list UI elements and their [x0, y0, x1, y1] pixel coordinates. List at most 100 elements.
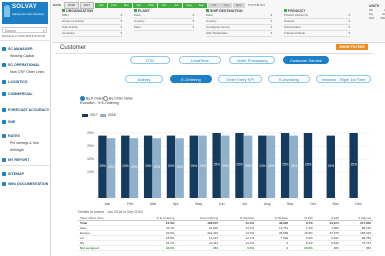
solvay-logo[interactable]: SOLVAY Asking more from chemistry: [2, 2, 48, 24]
filter-row[interactable]: Zone: [206, 13, 213, 18]
tab-leadtime[interactable]: LeadTime: [179, 56, 221, 64]
chevron-down-icon[interactable]: ▾: [192, 25, 194, 30]
chevron-down-icon[interactable]: ▾: [120, 19, 122, 24]
month-pill-oct[interactable]: Oct: [207, 2, 220, 8]
month-pill-apr[interactable]: Apr: [132, 2, 145, 8]
chevron-down-icon[interactable]: ▾: [348, 13, 350, 18]
nav-wiki[interactable]: WIKI DOCUMENTATION: [0, 182, 50, 187]
chevron-down-icon[interactable]: ▾: [192, 13, 194, 18]
filter-flag-icon: [206, 9, 209, 12]
table-cell: 33.6%: [290, 245, 315, 251]
chevron-down-icon[interactable]: ▾: [348, 31, 350, 36]
filter-organisation[interactable]: ORGANISATION GBU ▾ Group of Activity ▾ Sub…: [62, 9, 122, 37]
filter-row[interactable]: Product Hierarchy: [284, 13, 308, 18]
chevron-down-icon[interactable]: ▾: [348, 25, 350, 30]
show-filters-button[interactable]: SHOW FILTERS: [336, 44, 368, 50]
bar-data-label: 25%: [305, 163, 312, 167]
bar-data-label: 23%: [131, 165, 138, 169]
nav-label: WIKI DOCUMENTATION: [8, 182, 49, 186]
chevron-down-icon[interactable]: ▾: [348, 19, 350, 24]
she-icon: [2, 120, 6, 125]
unit-option[interactable]: Ord: [369, 16, 374, 20]
fy-ytd-toggle[interactable]: FY/YTD YoY: [248, 3, 265, 7]
y-tick-label: 25%: [87, 131, 94, 135]
filter-row[interactable]: Company: [62, 31, 75, 36]
month-pill-jul[interactable]: Jul: [170, 2, 183, 8]
tab-order-processing[interactable]: Order Processing: [229, 56, 275, 64]
filter-ship-destination[interactable]: SHIP DESTINATION Zone ▾ Country ▾ Consigne…: [206, 9, 272, 37]
filter-row[interactable]: Group of Activity: [62, 19, 84, 24]
filter-row[interactable]: GBU: [62, 13, 69, 18]
filter-row[interactable]: Consignee Group: [206, 25, 230, 30]
year-2018[interactable]: 2018: [63, 1, 79, 9]
tab-invoices-right-first-time[interactable]: Invoices - Right 1st Time: [316, 75, 371, 83]
bar-data-label: 24%: [191, 164, 198, 168]
nav-rates[interactable]: RATES: [0, 134, 50, 139]
chevron-down-icon[interactable]: ▾: [192, 19, 194, 24]
bar-data-label: 24%: [259, 164, 266, 168]
month-pill-sep[interactable]: Sep: [195, 2, 208, 8]
tab-e-invoicing[interactable]: E-Invoicing: [268, 75, 310, 83]
filter-row[interactable]: Zone: [134, 13, 141, 18]
tab-e-ordering[interactable]: E-Ordering: [170, 75, 212, 83]
table-cell: 33.6%: [132, 245, 177, 251]
legend-label-2017: 2017: [90, 113, 98, 117]
sidebar-search-input[interactable]: Search ⌕: [2, 27, 47, 33]
search-icon[interactable]: ⌕: [43, 28, 45, 34]
filter-row[interactable]: Ship Destination: [206, 31, 228, 36]
chevron-down-icon[interactable]: ▾: [270, 31, 272, 36]
nav-per-carriage[interactable]: Per carriage & Sea: [10, 141, 50, 145]
nav-airfreight[interactable]: Airfreight: [10, 148, 50, 152]
nav-sitemap[interactable]: SITEMAP: [0, 172, 50, 177]
chevron-down-icon[interactable]: ▾: [270, 25, 272, 30]
chevron-down-icon[interactable]: ▾: [120, 31, 122, 36]
sc-manager-icon: [2, 47, 6, 52]
y-tick-label: 20%: [87, 144, 94, 148]
nav-sc-operational[interactable]: SC OPERATIONAL: [0, 63, 50, 68]
chevron-down-icon[interactable]: ▾: [270, 19, 272, 24]
filter-row[interactable]: Country: [206, 19, 217, 24]
month-pill-jan[interactable]: Jan: [95, 2, 108, 8]
tab-order-entry-kpi[interactable]: Order Entry KPI: [218, 75, 262, 83]
nav-forecast-accuracy[interactable]: FORECAST ACCURACY: [0, 108, 50, 113]
sc-operational-icon: [2, 63, 6, 68]
month-pill-feb[interactable]: Feb: [107, 2, 120, 8]
tab-otd[interactable]: OTD: [130, 56, 170, 64]
filter-row[interactable]: Transport Mode: [284, 31, 305, 36]
legend-swatch-2018: [99, 113, 106, 117]
nav-my-report[interactable]: MY REPORT: [0, 158, 50, 163]
chevron-down-icon[interactable]: ▾: [270, 13, 272, 18]
tab-activity[interactable]: Activity: [125, 75, 163, 83]
nav-working-capital[interactable]: Working Capital: [10, 54, 50, 58]
nav-logistics[interactable]: LOGISTICS: [0, 80, 50, 85]
search-placeholder: Search: [5, 29, 17, 33]
month-pill-jun[interactable]: Jun: [157, 2, 170, 8]
filter-row[interactable]: Product: [284, 19, 294, 24]
filter-plant[interactable]: PLANT Zone ▾ Country ▾ Plant ▾: [134, 9, 194, 37]
filter-product[interactable]: PRODUCT Product Hierarchy ▾ Product ▾ Sub-…: [284, 9, 350, 37]
filter-row[interactable]: Sub-Activity: [62, 25, 78, 30]
filter-row[interactable]: Country: [134, 19, 145, 24]
month-pill-mar[interactable]: Mar: [120, 2, 133, 8]
month-pill-may[interactable]: May: [145, 2, 158, 8]
chevron-down-icon[interactable]: ▾: [120, 25, 122, 30]
legend-label-2018: 2018: [107, 113, 116, 117]
x-tick-label: Mar: [150, 202, 157, 206]
month-pill-dec[interactable]: Dec: [232, 2, 245, 8]
nav-sc-manager[interactable]: SC MANAGER: [0, 47, 50, 52]
nav-label: LOGISTICS: [8, 80, 28, 84]
month-pill-aug[interactable]: Aug: [182, 2, 195, 8]
nav-now-otif[interactable]: Now OTIF Order Lines: [10, 70, 50, 74]
tab-customer-service[interactable]: Customer Service: [283, 56, 329, 64]
chevron-down-icon[interactable]: ▾: [120, 13, 122, 18]
filter-row[interactable]: Sub-Product: [284, 25, 301, 30]
table-cell: 556: [340, 245, 373, 251]
table-cell: 0: [256, 245, 291, 251]
month-pill-nov[interactable]: Nov: [220, 2, 233, 8]
nav-commercial[interactable]: COMMERCIAL: [0, 92, 50, 97]
unit-option[interactable]: Pal: [381, 16, 385, 20]
filter-row[interactable]: Plant: [134, 25, 141, 30]
year-2017[interactable]: 2017: [79, 1, 95, 9]
table-row[interactable]: Not assigned 33.6% 281 0.0% 0 33.6% 281 556: [78, 245, 373, 251]
nav-she[interactable]: SHE: [0, 120, 50, 125]
